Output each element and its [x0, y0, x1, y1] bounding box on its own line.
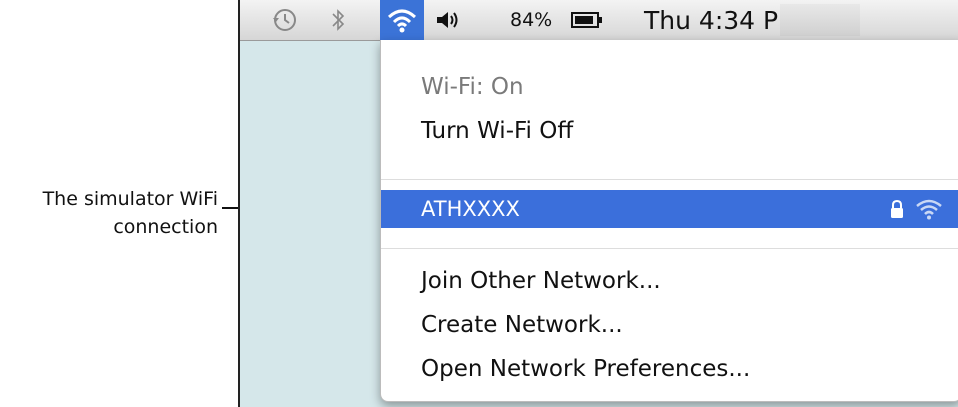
create-network-item[interactable]: Create Network...	[381, 312, 958, 338]
annotation-line-1: The simulator WiFi	[42, 188, 218, 210]
annotation-line-2: connection	[113, 216, 218, 238]
join-other-network-item[interactable]: Join Other Network...	[381, 268, 958, 294]
open-network-preferences-item[interactable]: Open Network Preferences...	[381, 356, 958, 382]
wifi-icon[interactable]	[380, 0, 424, 40]
lock-icon	[891, 199, 903, 218]
time-machine-icon[interactable]	[268, 0, 302, 40]
turn-wifi-off-item[interactable]: Turn Wi-Fi Off	[381, 118, 958, 144]
wifi-menu: Wi-Fi: On Turn Wi-Fi Off ATHXXXX Join Ot…	[380, 40, 958, 402]
menu-separator	[381, 179, 958, 180]
bluetooth-icon[interactable]	[326, 0, 350, 40]
volume-icon[interactable]	[430, 0, 464, 40]
wifi-status: Wi-Fi: On	[421, 74, 524, 100]
network-item-athxxxx[interactable]: ATHXXXX	[381, 190, 958, 228]
annotation-label: The simulator WiFi connection	[0, 185, 218, 241]
menubar-spacer	[780, 4, 860, 36]
network-name: ATHXXXX	[421, 197, 520, 221]
menu-bar: 84% Thu 4:34 PM	[240, 0, 958, 41]
screenshot: 84% Thu 4:34 PM Wi-Fi: On Turn Wi-Fi Off…	[238, 0, 958, 407]
wifi-signal-icon	[916, 199, 942, 220]
clock[interactable]: Thu 4:34 PM	[644, 0, 800, 40]
battery-icon[interactable]	[568, 0, 608, 40]
menu-separator	[381, 248, 958, 249]
battery-percent[interactable]: 84%	[510, 0, 552, 40]
